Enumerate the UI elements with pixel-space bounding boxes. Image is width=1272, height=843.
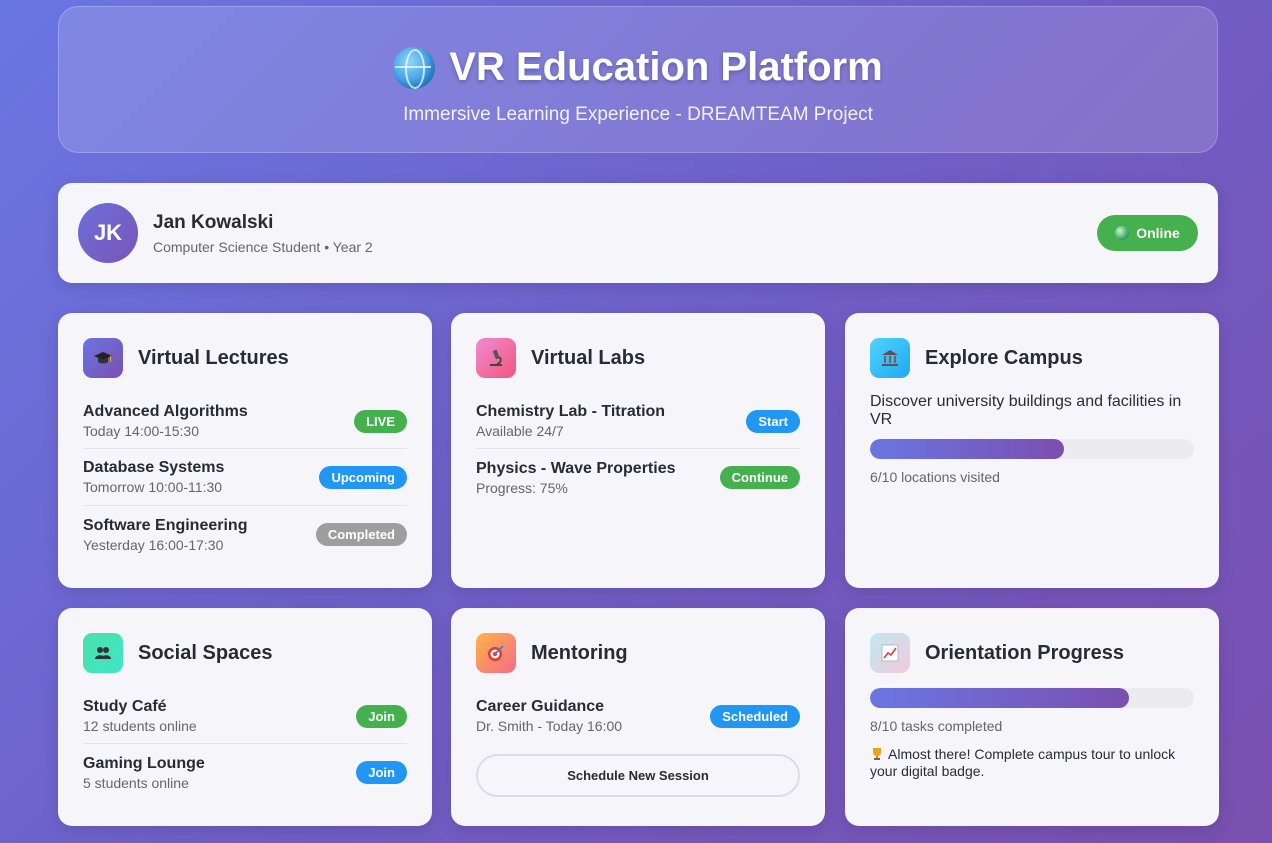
page-title-text: VR Education Platform [449,45,883,89]
online-dot-icon [1115,226,1130,240]
building-icon [870,338,910,378]
start-button[interactable]: Start [746,410,800,433]
lecture-item[interactable]: Database Systems Tomorrow 10:00-11:30 Upc… [83,449,407,506]
lab-item[interactable]: Physics - Wave Properties Progress: 75% C… [476,449,800,506]
card-virtual-lectures: Virtual Lectures Advanced Algorithms Toda… [58,313,432,588]
status-badge: Online [1097,215,1198,251]
card-title: Mentoring [531,641,628,664]
item-title: Physics - Wave Properties [476,459,676,477]
card-virtual-labs: Virtual Labs Chemistry Lab - Titration Av… [451,313,825,588]
item-title: Study Café [83,698,167,715]
item-title: Chemistry Lab - Titration [476,403,666,420]
campus-progress-label: 6/10 locations visited [870,469,1000,485]
card-mentoring: Mentoring Career Guidance Dr. Smith - Tod… [451,608,825,826]
profile-card: JK Jan Kowalski Computer Science Student… [58,183,1218,283]
microscope-icon [476,338,516,378]
mentoring-item[interactable]: Career Guidance Dr. Smith - Today 16:00 S… [476,695,800,744]
trophy-icon [870,747,884,761]
item-title: Database Systems [83,459,225,476]
card-title: Social Spaces [138,641,273,664]
item-title: Career Guidance [476,698,605,715]
people-icon [83,633,123,673]
card-title: Explore Campus [925,346,1083,369]
status-label: Online [1136,225,1180,241]
item-subtitle: Today 14:00-15:30 [83,423,199,439]
lecture-item[interactable]: Software Engineering Yesterday 16:00-17:3… [83,506,407,563]
target-icon [476,633,516,673]
globe-icon [393,46,436,89]
chart-icon [870,633,910,673]
social-item[interactable]: Gaming Lounge 5 students online Join [83,744,407,801]
orientation-progress-bar [870,688,1194,708]
item-subtitle: 5 students online [83,774,189,791]
item-title: Software Engineering [83,516,248,534]
orientation-progress-label: 8/10 tasks completed [870,718,1003,734]
item-subtitle: Tomorrow 10:00-11:30 [83,479,223,495]
avatar[interactable]: JK [78,203,138,263]
item-subtitle: Available 24/7 [476,423,564,439]
live-badge[interactable]: LIVE [354,410,407,433]
join-button[interactable]: Join [356,705,407,728]
card-title: Orientation Progress [925,641,1124,664]
profile-name: Jan Kowalski [153,212,274,233]
orientation-progress-fill [870,688,1130,708]
campus-description: Discover university buildings and facili… [870,393,1182,428]
campus-progress-bar [870,439,1194,459]
item-title: Gaming Lounge [83,754,205,772]
card-title: Virtual Lectures [138,346,289,369]
item-title: Advanced Algorithms [83,403,248,420]
item-subtitle: 12 students online [83,718,197,734]
page-subtitle: Immersive Learning Experience - DREAMTEA… [403,104,873,125]
item-subtitle: Progress: 75% [476,479,568,496]
schedule-session-button[interactable]: Schedule New Session [476,754,800,797]
card-title: Virtual Labs [531,346,646,369]
item-subtitle: Yesterday 16:00-17:30 [83,536,224,553]
profile-subtitle: Computer Science Student • Year 2 [153,239,373,255]
page-header: VR Education Platform Immersive Learning… [58,6,1218,153]
social-item[interactable]: Study Café 12 students online Join [83,695,407,744]
continue-button[interactable]: Continue [719,466,800,489]
orientation-note: Almost there! Complete campus tour to un… [870,746,1194,780]
lecture-item[interactable]: Advanced Algorithms Today 14:00-15:30 LIV… [83,400,407,449]
page-title: VR Education Platform [59,45,1217,90]
orientation-note-text: Almost there! Complete campus tour to un… [870,746,1176,779]
completed-badge[interactable]: Completed [315,523,407,546]
item-subtitle: Dr. Smith - Today 16:00 [476,718,623,734]
card-social-spaces: Social Spaces Study Café 12 students onli… [58,608,432,826]
join-button[interactable]: Join [356,761,407,784]
card-explore-campus: Explore Campus Discover university build… [845,313,1219,588]
lab-item[interactable]: Chemistry Lab - Titration Available 24/7 … [476,400,800,449]
graduation-cap-icon [83,338,123,378]
campus-progress-fill [870,439,1065,459]
card-orientation-progress: Orientation Progress 8/10 tasks complete… [845,608,1219,826]
scheduled-badge[interactable]: Scheduled [710,705,800,728]
upcoming-badge[interactable]: Upcoming [319,465,407,489]
